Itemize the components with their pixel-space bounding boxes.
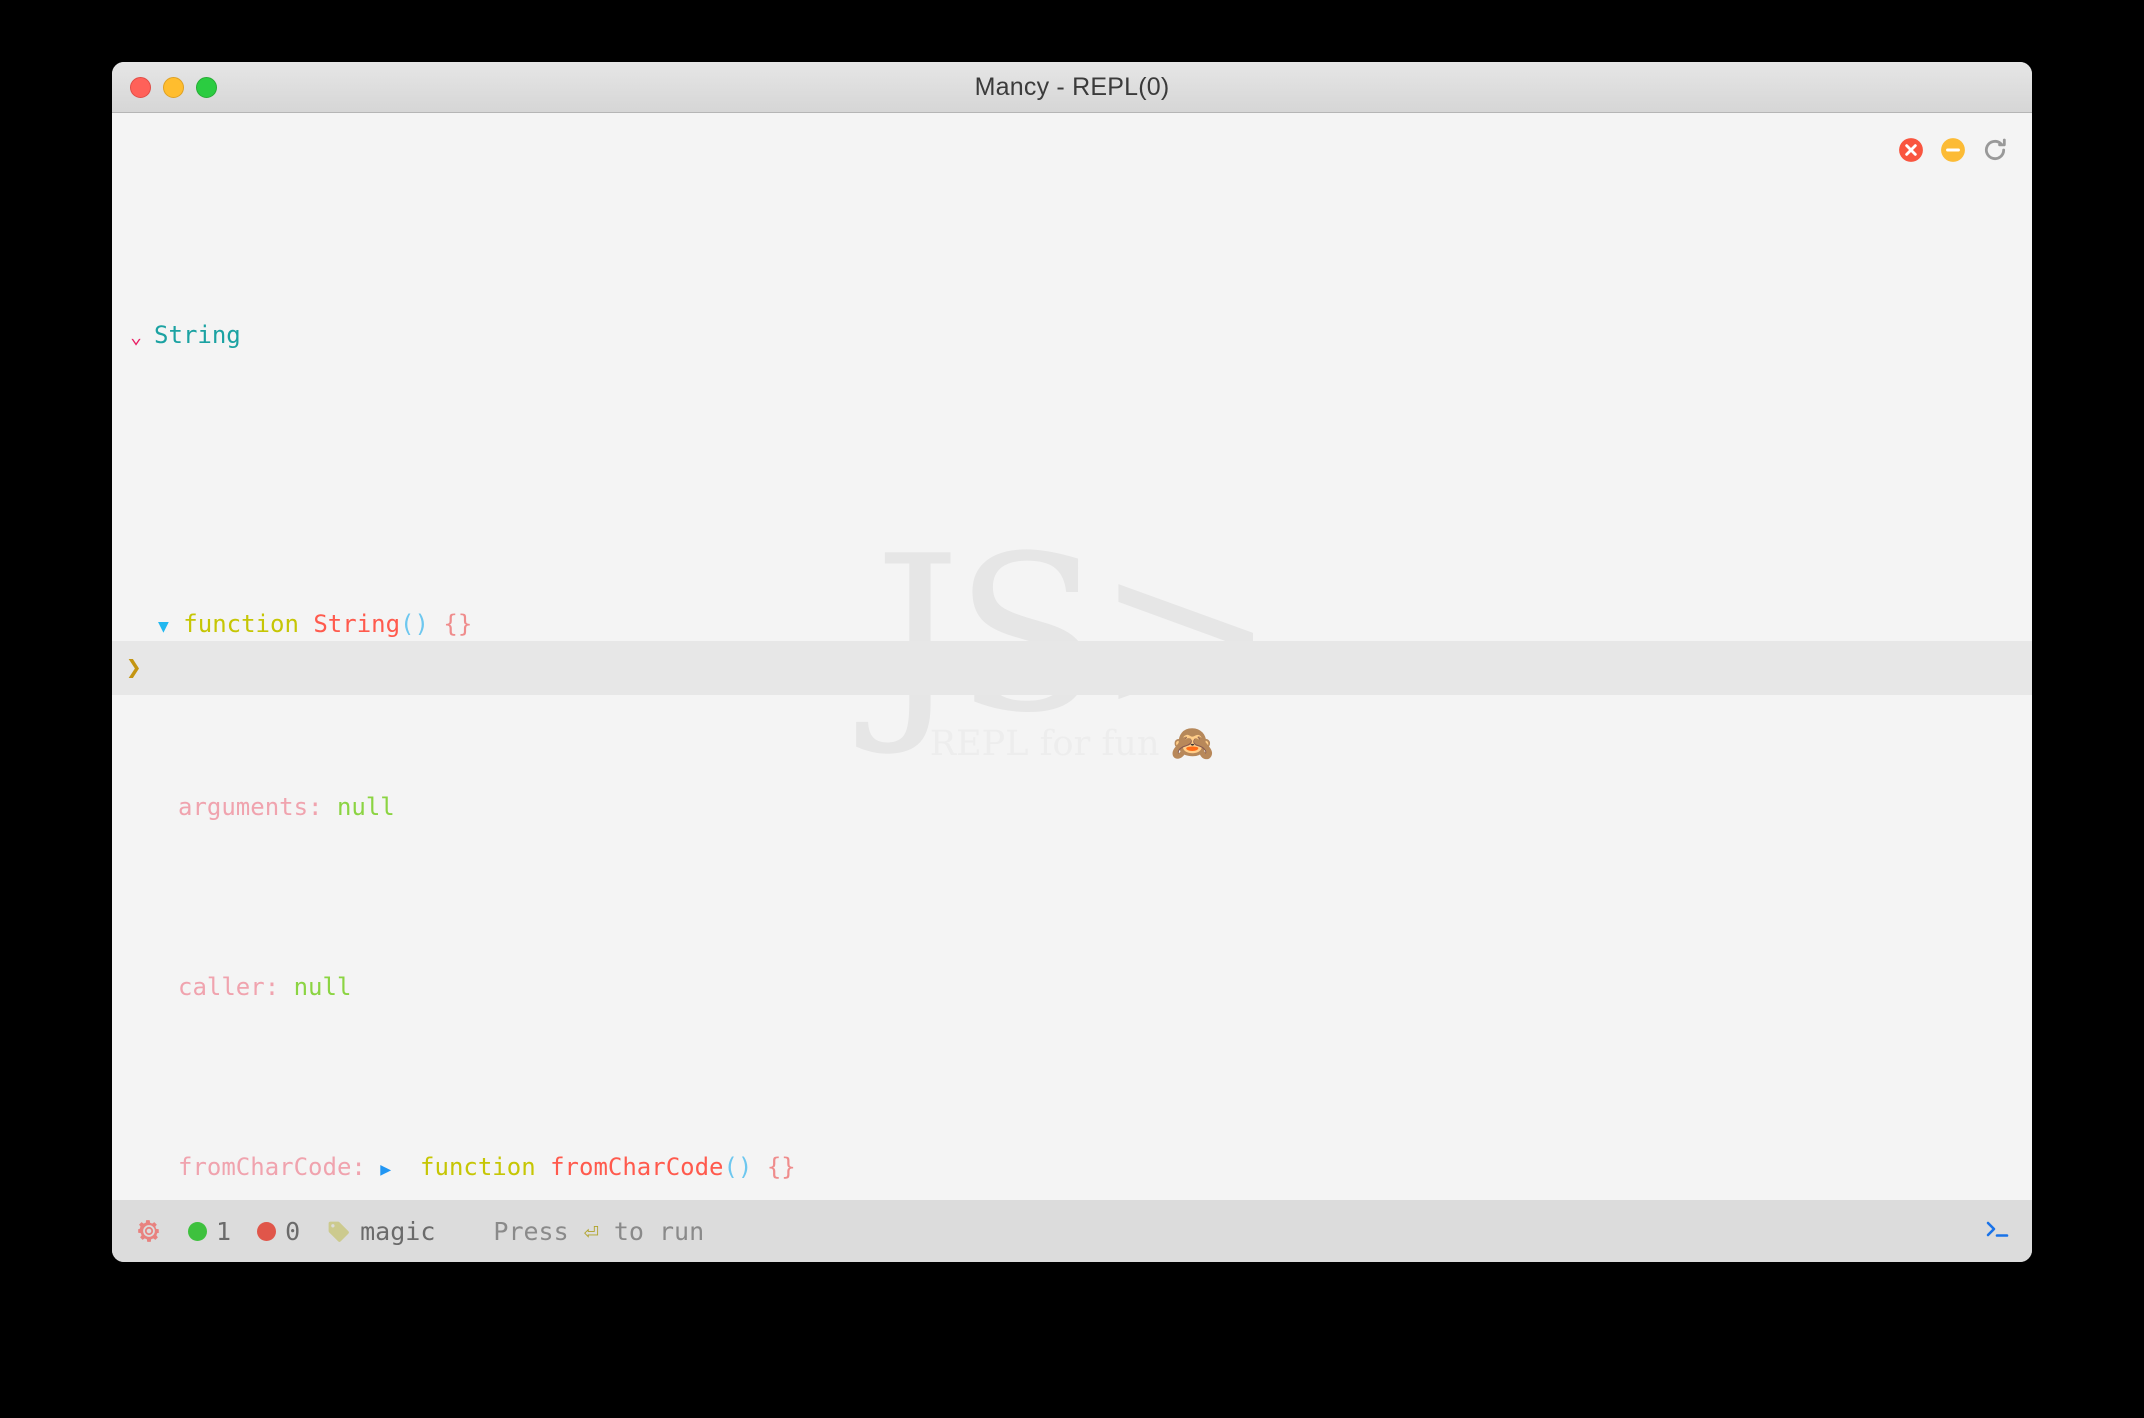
log-entry: ⌄ String ▼ function String() {} argument… <box>112 209 2032 1200</box>
enter-key-icon: ⏎ <box>583 1216 599 1246</box>
status-success-count[interactable]: 1 <box>188 1217 231 1246</box>
property-value: null <box>336 793 395 821</box>
status-bar: 1 0 magic Press ⏎ to run <box>112 1200 2032 1262</box>
root-parens: () <box>400 610 429 638</box>
repl-input[interactable] <box>141 654 2032 682</box>
success-count-label: 1 <box>216 1216 232 1246</box>
app-window: Mancy - REPL(0) JS> REPL for fun 🙈 ⌄ Str… <box>112 62 2032 1262</box>
context-tag-label: magic <box>360 1216 436 1246</box>
close-window-button[interactable] <box>130 76 151 98</box>
status-context-tag[interactable]: magic <box>326 1217 435 1246</box>
root-braces: {} <box>443 610 473 638</box>
log-entry-label: String <box>154 321 241 349</box>
tag-icon <box>328 1221 349 1242</box>
property-key: caller: <box>178 973 280 1001</box>
prompt-chevron-icon: ❯ <box>126 653 142 683</box>
root-function-name: String <box>313 610 401 638</box>
minimize-window-button[interactable] <box>163 76 184 98</box>
window-title: Mancy - REPL(0) <box>974 72 1170 101</box>
property-key: arguments: <box>178 793 323 821</box>
property-value: null <box>293 973 352 1001</box>
property-function-keyword: function <box>420 1153 536 1181</box>
maximize-window-button[interactable] <box>196 76 217 98</box>
object-tree: ▼ function String() {} arguments: null c… <box>112 462 2032 1200</box>
collapse-all-icon[interactable] <box>1940 137 1966 163</box>
toggle-terminal-button[interactable] <box>1984 1217 2012 1246</box>
title-bar: Mancy - REPL(0) <box>112 62 2032 113</box>
terminal-prompt-icon[interactable] <box>1984 1218 2012 1240</box>
clear-console-icon[interactable] <box>1898 137 1924 163</box>
tree-property-caller: caller: null <box>158 969 2032 1005</box>
reload-icon[interactable] <box>1982 137 2008 163</box>
triangle-right-icon[interactable]: ▶ <box>380 1159 391 1180</box>
run-hint-prefix: Press <box>493 1216 569 1246</box>
error-count-label: 0 <box>285 1216 301 1246</box>
repl-body: JS> REPL for fun 🙈 ⌄ String ▼ function S… <box>112 113 2032 1200</box>
settings-button[interactable] <box>136 1218 162 1244</box>
run-hint: Press ⏎ to run <box>493 1217 704 1246</box>
tree-property-fromCharCode[interactable]: fromCharCode: ▶ function fromCharCode() … <box>158 1149 2032 1188</box>
property-braces: {} <box>766 1153 796 1181</box>
property-parens: () <box>723 1153 753 1181</box>
result-toolbar <box>1898 137 2008 163</box>
repl-input-row[interactable]: ❯ <box>112 641 2032 695</box>
property-function-name: fromCharCode <box>550 1153 724 1181</box>
tree-property-arguments: arguments: null <box>158 789 2032 825</box>
success-dot-icon <box>188 1221 207 1241</box>
log-entry-header[interactable]: ⌄ String <box>112 317 2032 354</box>
run-hint-suffix: to run <box>613 1216 705 1246</box>
status-error-count[interactable]: 0 <box>257 1217 300 1246</box>
chevron-down-icon[interactable]: ⌄ <box>130 318 142 354</box>
error-dot-icon <box>257 1221 277 1241</box>
tree-root-row[interactable]: ▼ function String() {} <box>158 606 2032 645</box>
triangle-down-icon[interactable]: ▼ <box>158 616 169 637</box>
root-function-keyword: function <box>183 610 299 638</box>
property-key: fromCharCode: <box>178 1153 366 1181</box>
gear-icon[interactable] <box>136 1218 162 1244</box>
traffic-light-group <box>130 62 217 112</box>
